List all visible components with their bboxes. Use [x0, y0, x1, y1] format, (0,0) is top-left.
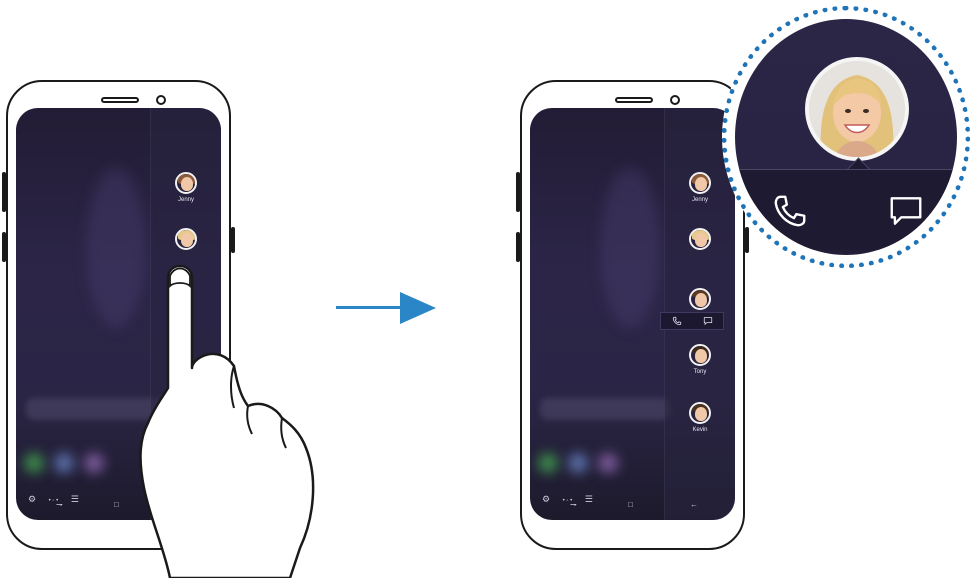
contact-avatar	[689, 344, 711, 366]
phone-icon[interactable]	[672, 316, 682, 326]
contact-avatar	[689, 402, 711, 424]
contact-name: Kevin	[692, 427, 708, 433]
contact-avatar	[175, 172, 197, 194]
blurred-search-bar	[540, 398, 670, 420]
front-camera	[670, 95, 680, 105]
contact-name: Jenny	[691, 197, 708, 203]
edge-contact[interactable]: Jenny	[665, 172, 735, 203]
right-phone: Jenny David T	[516, 80, 749, 550]
front-camera	[156, 95, 166, 105]
home-icon[interactable]: □	[114, 500, 119, 509]
side-button-left	[2, 172, 6, 212]
edge-contact-selected[interactable]	[665, 228, 735, 253]
earpiece-speaker	[615, 97, 653, 103]
edge-contact[interactable]: Tony	[665, 344, 735, 375]
contact-action-bar	[660, 312, 724, 330]
back-icon[interactable]: ←	[690, 500, 698, 509]
contact-avatar	[175, 228, 197, 250]
zoom-callout	[722, 6, 970, 268]
phone-icon[interactable]	[771, 192, 809, 230]
contact-avatar	[689, 228, 711, 250]
message-icon[interactable]	[703, 316, 713, 326]
edge-contact[interactable]: Jenny	[151, 172, 221, 203]
message-icon[interactable]	[887, 192, 925, 230]
zoomed-action-bar	[735, 169, 957, 250]
navigation-bar: ⇁ □ ←	[530, 500, 735, 514]
side-button-left-lower	[516, 232, 520, 262]
zoomed-contact-avatar	[805, 57, 909, 161]
hand-icon	[139, 264, 315, 578]
side-button-left	[516, 172, 520, 212]
transition-arrow-line	[336, 306, 406, 309]
side-button-left-lower	[2, 232, 6, 262]
contact-avatar	[689, 288, 711, 310]
recent-apps-icon[interactable]: ⇁	[570, 500, 577, 509]
recent-apps-icon[interactable]: ⇁	[56, 500, 63, 509]
home-icon[interactable]: □	[628, 500, 633, 509]
arrow-right-icon	[400, 292, 436, 324]
edge-contact[interactable]: Kevin	[665, 402, 735, 433]
earpiece-speaker	[101, 97, 139, 103]
zoom-callout-inner	[735, 19, 957, 255]
woman-portrait-icon	[809, 61, 905, 157]
contact-name: Tony	[693, 369, 707, 375]
contact-name: Jenny	[177, 197, 194, 203]
contact-avatar	[689, 172, 711, 194]
